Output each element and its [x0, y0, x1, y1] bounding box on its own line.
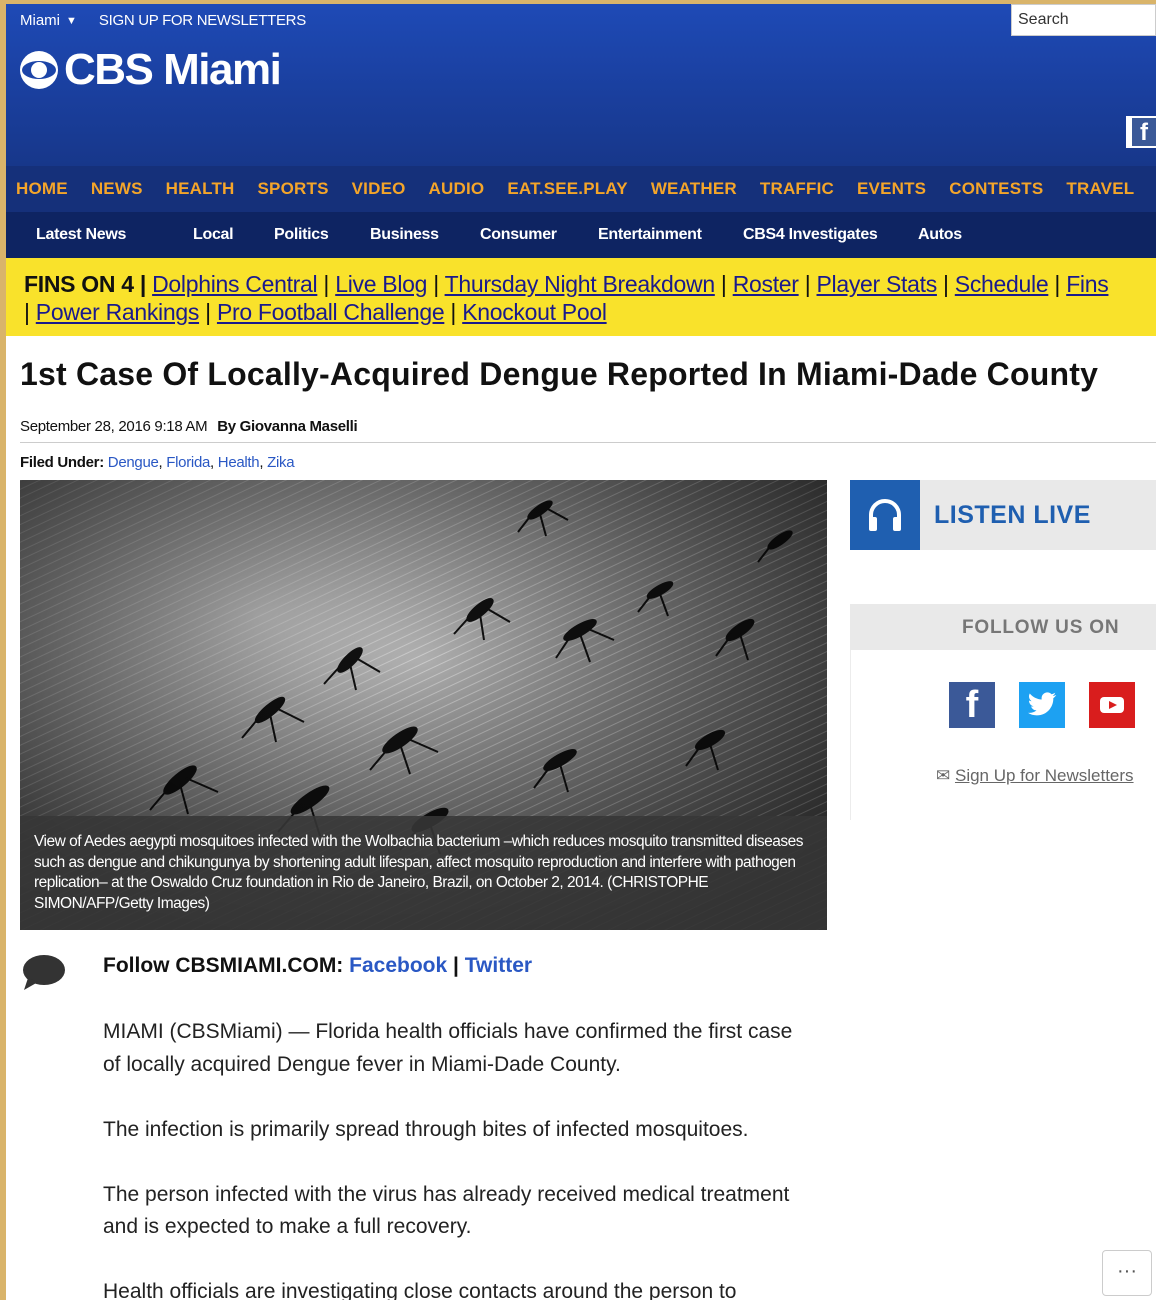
- city-selector[interactable]: Miami: [20, 12, 60, 29]
- tag-florida[interactable]: Florida: [166, 454, 210, 471]
- site-header: Miami ▼ SIGN UP FOR NEWSLETTERS CBS Miam…: [6, 4, 1156, 166]
- promo-link-player-stats[interactable]: Player Stats: [817, 271, 938, 297]
- facebook-corner-button[interactable]: f: [1126, 116, 1156, 148]
- nav-video[interactable]: VIDEO: [352, 179, 406, 199]
- subnav-local[interactable]: Local: [193, 226, 234, 244]
- promo-link-dolphins-central[interactable]: Dolphins Central: [152, 271, 318, 297]
- logo-text: CBS Miami: [64, 45, 282, 94]
- promo-link-live-blog[interactable]: Live Blog: [335, 271, 427, 297]
- paragraph: MIAMI (CBSMiami) — Florida health offici…: [103, 1020, 793, 1076]
- publish-date: September 28, 2016 9:18 AM: [20, 418, 208, 435]
- search-input[interactable]: Search: [1011, 4, 1156, 36]
- headphones-icon: [850, 480, 920, 550]
- promo-link-pro-football[interactable]: Pro Football Challenge: [217, 299, 445, 325]
- subnav-cbs4-investigates[interactable]: CBS4 Investigates: [743, 226, 878, 244]
- nav-events[interactable]: EVENTS: [857, 179, 926, 199]
- envelope-icon: ✉: [936, 766, 951, 785]
- nav-travel[interactable]: TRAVEL: [1066, 179, 1134, 199]
- divider: [20, 442, 1156, 443]
- promo-line-1: FINS ON 4 | Dolphins Central | Live Blog…: [24, 271, 1109, 297]
- subnav-business[interactable]: Business: [370, 226, 439, 244]
- nav-traffic[interactable]: TRAFFIC: [760, 179, 834, 199]
- nav-home[interactable]: HOME: [16, 179, 68, 199]
- cbs-eye-icon: [20, 51, 58, 89]
- nav-contests[interactable]: CONTESTS: [949, 179, 1043, 199]
- promo-line-2: | Power Rankings | Pro Football Challeng…: [24, 299, 607, 325]
- author: By Giovanna Maselli: [217, 418, 358, 435]
- paragraph: Health officials are investigating close…: [103, 1280, 737, 1300]
- sidebar-newsletter-link[interactable]: Sign Up for Newsletters: [955, 766, 1134, 785]
- subnav-autos[interactable]: Autos: [918, 226, 962, 244]
- top-bar: Miami ▼ SIGN UP FOR NEWSLETTERS: [20, 12, 306, 29]
- promo-banner: FINS ON 4 | Dolphins Central | Live Blog…: [6, 258, 1156, 336]
- sidebar-newsletter: ✉ Sign Up for Newsletters: [936, 766, 1134, 786]
- youtube-icon[interactable]: [1089, 682, 1135, 728]
- byline: September 28, 2016 9:18 AM By Giovanna M…: [20, 418, 358, 435]
- promo-link-power-rankings[interactable]: Power Rankings: [36, 299, 200, 325]
- subnav-entertainment[interactable]: Entertainment: [598, 226, 702, 244]
- promo-link-thursday-night[interactable]: Thursday Night Breakdown: [445, 271, 716, 297]
- follow-separator: |: [453, 954, 459, 977]
- listen-live-label: LISTEN LIVE: [934, 500, 1091, 529]
- filed-under: Filed Under: Dengue, Florida, Health, Zi…: [20, 454, 295, 471]
- chevron-down-icon[interactable]: ▼: [66, 15, 77, 27]
- comment-icon[interactable]: [22, 954, 66, 997]
- listen-live-button[interactable]: LISTEN LIVE: [850, 480, 1156, 550]
- subnav-consumer[interactable]: Consumer: [480, 226, 557, 244]
- tag-zika[interactable]: Zika: [267, 454, 294, 471]
- promo-lead: FINS ON 4 |: [24, 271, 146, 297]
- follow-label: Follow CBSMIAMI.COM:: [103, 954, 344, 977]
- subnav-politics[interactable]: Politics: [274, 226, 329, 244]
- primary-nav: HOME NEWS HEALTH SPORTS VIDEO AUDIO EAT.…: [6, 166, 1156, 212]
- promo-link-fins[interactable]: Fins: [1066, 271, 1109, 297]
- paragraph: The person infected with the virus has a…: [103, 1182, 790, 1239]
- promo-link-knockout-pool[interactable]: Knockout Pool: [462, 299, 607, 325]
- subnav-latest-news[interactable]: Latest News: [36, 226, 126, 244]
- nav-audio[interactable]: AUDIO: [429, 179, 485, 199]
- promo-link-roster[interactable]: Roster: [733, 271, 799, 297]
- promo-link-schedule[interactable]: Schedule: [955, 271, 1049, 297]
- nav-health[interactable]: HEALTH: [166, 179, 235, 199]
- follow-us-label: FOLLOW US ON: [962, 617, 1120, 638]
- article-headline: 1st Case Of Locally-Acquired Dengue Repo…: [20, 356, 1099, 392]
- site-logo[interactable]: CBS Miami: [20, 44, 282, 96]
- filed-under-label: Filed Under:: [20, 454, 104, 471]
- nav-sports[interactable]: SPORTS: [258, 179, 329, 199]
- more-options-button[interactable]: ···: [1102, 1250, 1152, 1296]
- twitter-icon[interactable]: [1019, 682, 1065, 728]
- tag-health[interactable]: Health: [218, 454, 260, 471]
- follow-us-panel: [850, 650, 1156, 820]
- follow-facebook-link[interactable]: Facebook: [349, 954, 447, 977]
- follow-twitter-link[interactable]: Twitter: [465, 954, 532, 977]
- article-body: MIAMI (CBSMiami) — Florida health offici…: [103, 1016, 803, 1300]
- page-frame: Miami ▼ SIGN UP FOR NEWSLETTERS CBS Miam…: [6, 4, 1156, 1300]
- newsletter-signup-link[interactable]: SIGN UP FOR NEWSLETTERS: [99, 12, 306, 29]
- nav-eat-see-play[interactable]: EAT.SEE.PLAY: [507, 179, 628, 199]
- facebook-icon[interactable]: f: [949, 682, 995, 728]
- follow-line: Follow CBSMIAMI.COM: Facebook | Twitter: [103, 954, 532, 978]
- tag-dengue[interactable]: Dengue: [108, 454, 159, 471]
- nav-news[interactable]: NEWS: [91, 179, 143, 199]
- secondary-nav: Latest News Local Politics Business Cons…: [6, 212, 1156, 258]
- facebook-icon: f: [1132, 118, 1156, 146]
- nav-weather[interactable]: WEATHER: [651, 179, 737, 199]
- paragraph: The infection is primarily spread throug…: [103, 1117, 749, 1141]
- follow-us-header: FOLLOW US ON: [850, 604, 1156, 650]
- photo-caption: View of Aedes aegypti mosquitoes infecte…: [20, 816, 827, 930]
